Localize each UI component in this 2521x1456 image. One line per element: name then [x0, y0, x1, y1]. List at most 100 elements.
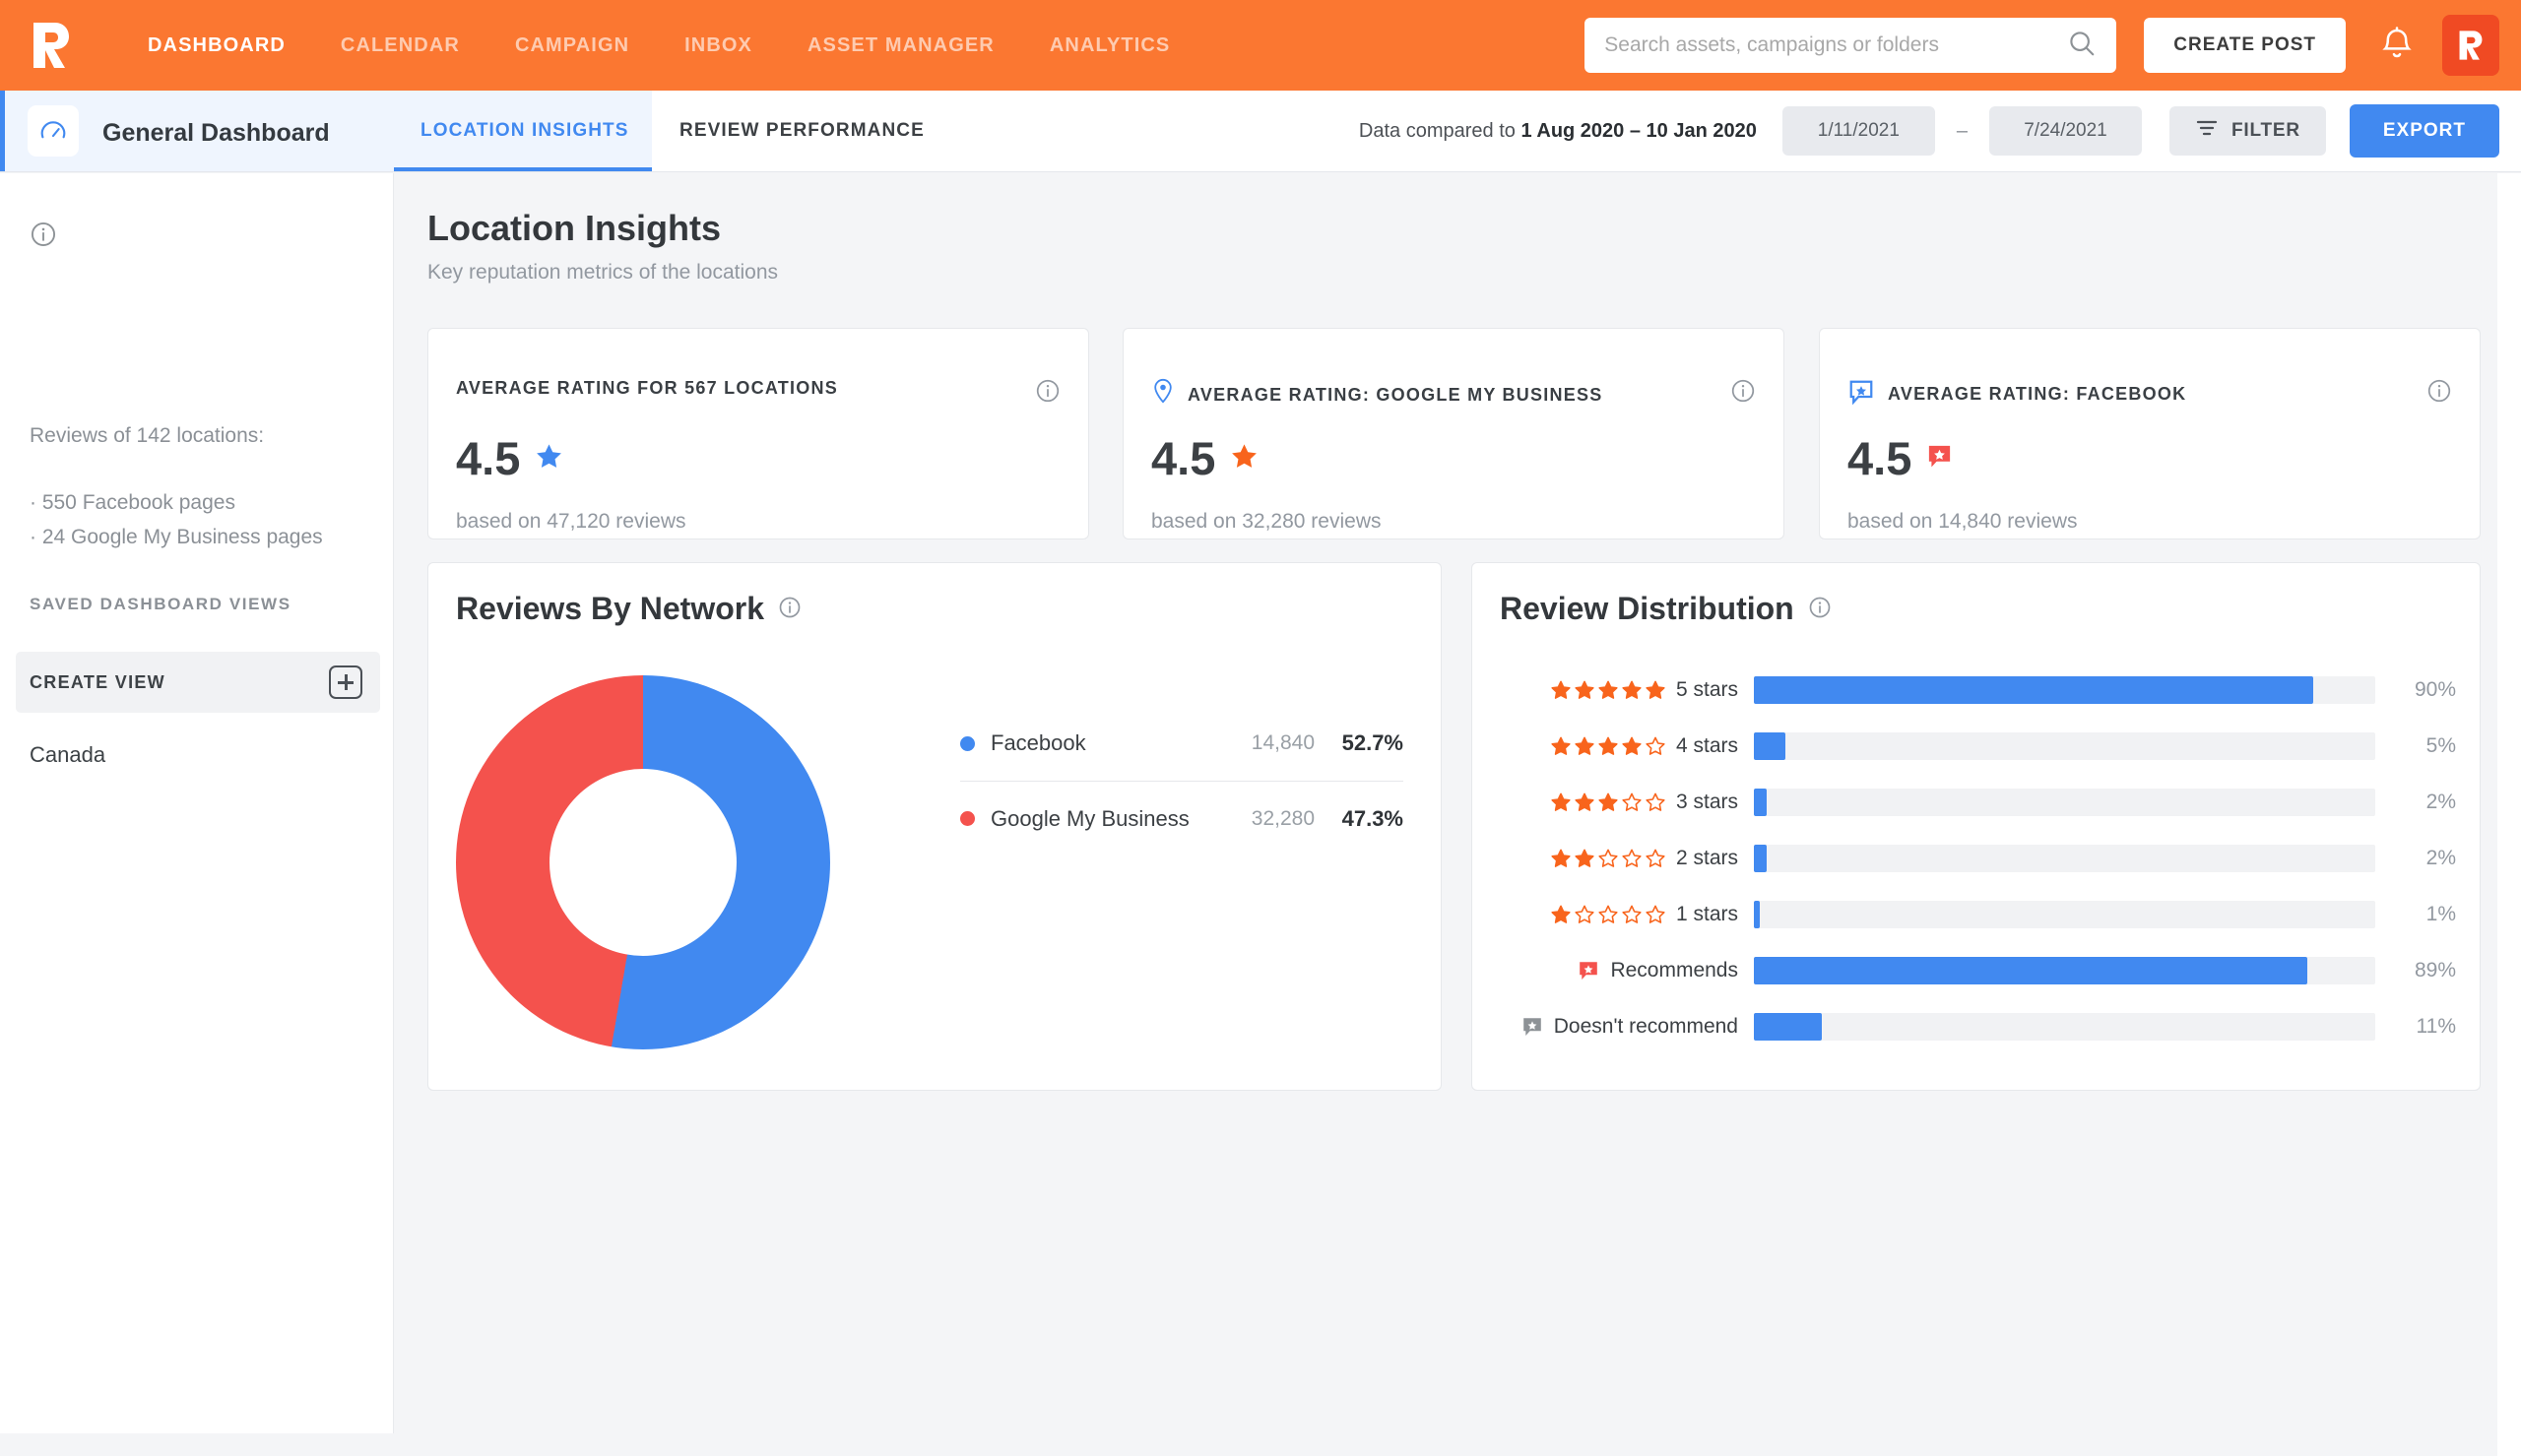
star-icon	[1229, 441, 1260, 476]
search-icon[interactable]	[2067, 29, 2097, 63]
date-to-input[interactable]: 7/24/2021	[1988, 106, 2142, 156]
distribution-percent: 2%	[2425, 790, 2456, 813]
export-button[interactable]: EXPORT	[2349, 104, 2499, 158]
search-input[interactable]	[1604, 33, 2068, 57]
card-title: Reviews By Network	[456, 591, 802, 627]
gauge-icon	[28, 105, 79, 157]
create-post-button[interactable]: CREATE POST	[2144, 18, 2346, 73]
create-view-label: CREATE VIEW	[30, 671, 165, 692]
info-icon[interactable]	[30, 221, 57, 253]
kpi-value: 4.5	[456, 432, 521, 484]
kpi-header: AVERAGE RATING: FACEBOOK	[1847, 378, 2186, 411]
kpi-value-group: 4.5	[1847, 435, 1954, 481]
distribution-row-text: 3 stars	[1675, 790, 1738, 813]
compare-range-value: 1 Aug 2020 – 10 Jan 2020	[1520, 119, 1757, 142]
sidebar-reviews-summary: Reviews of 142 locations:	[30, 424, 265, 447]
tab-review-performance[interactable]: REVIEW PERFORMANCE	[679, 120, 925, 142]
distribution-percent: 5%	[2425, 733, 2456, 757]
distribution-row-label: 3 stars	[1500, 791, 1738, 814]
kpi-value-group: 4.5	[1151, 435, 1260, 481]
info-icon[interactable]	[1730, 378, 1756, 409]
kpi-card-average-rating-gmb: AVERAGE RATING: GOOGLE MY BUSINESS 4.5 b…	[1123, 328, 1784, 539]
distribution-percent: 90%	[2414, 677, 2456, 701]
card-title-text: Reviews By Network	[456, 591, 765, 626]
sidebar-item-canada[interactable]: Canada	[30, 742, 105, 768]
nav-item-campaign[interactable]: CAMPAIGN	[487, 34, 657, 57]
card-title-text: Review Distribution	[1500, 591, 1794, 626]
distribution-percent: 1%	[2425, 902, 2456, 925]
brand-logo-icon[interactable]	[28, 20, 75, 71]
nav-item-dashboard[interactable]: DASHBOARD	[120, 34, 313, 57]
top-navigation-bar: DASHBOARD CALENDAR CAMPAIGN INBOX ASSET …	[0, 0, 2521, 91]
reviews-by-network-card: Reviews By Network Facebook 14,840 52.7%…	[427, 562, 1442, 1091]
distribution-bar-fill	[1754, 844, 1767, 872]
legend-item[interactable]: Facebook 14,840 52.7%	[960, 706, 1403, 781]
filter-label: FILTER	[2230, 120, 2300, 141]
distribution-row-label: 5 stars	[1500, 678, 1738, 702]
distribution-bar-track	[1754, 731, 2375, 760]
doesnt-recommend-badge-icon	[1520, 1015, 1544, 1039]
distribution-percent: 11%	[2416, 1014, 2456, 1038]
filter-button[interactable]: FILTER	[2168, 106, 2326, 156]
right-scroll-rail[interactable]	[2497, 173, 2521, 1456]
dashboard-subheader: General Dashboard LOCATION INSIGHTS REVI…	[0, 91, 2521, 172]
create-view-button[interactable]: CREATE VIEW	[16, 652, 380, 713]
distribution-row: Recommends 89%	[1500, 942, 2456, 998]
distribution-row-label: Recommends	[1500, 959, 1738, 982]
nav-item-asset-manager[interactable]: ASSET MANAGER	[780, 34, 1022, 57]
sidebar-bullet-gmb: · 24 Google My Business pages	[30, 526, 323, 548]
distribution-bar-fill	[1754, 1012, 1823, 1041]
user-avatar[interactable]	[2442, 15, 2499, 76]
kpi-card-average-rating-facebook: AVERAGE RATING: FACEBOOK 4.5 based on 14…	[1819, 328, 2481, 539]
recommend-badge-icon	[1925, 442, 1954, 475]
kpi-value: 4.5	[1151, 432, 1216, 484]
map-pin-icon	[1151, 378, 1175, 412]
distribution-row-text: 5 stars	[1675, 677, 1738, 701]
distribution-bar-fill	[1754, 731, 1785, 760]
kpi-label: AVERAGE RATING: GOOGLE MY BUSINESS	[1188, 385, 1603, 405]
distribution-bar-track	[1754, 900, 2375, 928]
card-title: Review Distribution	[1500, 591, 1832, 627]
distribution-bar-track	[1754, 675, 2375, 704]
info-icon[interactable]	[2426, 378, 2452, 409]
distribution-row-label: Doesn't recommend	[1500, 1015, 1738, 1039]
kpi-header: AVERAGE RATING FOR 567 LOCATIONS	[456, 378, 838, 399]
distribution-row: 2 stars 2%	[1500, 830, 2456, 886]
distribution-row: 3 stars 2%	[1500, 774, 2456, 830]
distribution-rows: 5 stars 90% 4 stars 5% 3 stars 2% 2 stars 2% 1 s…	[1500, 662, 2456, 1054]
distribution-bar-track	[1754, 788, 2375, 816]
distribution-bar-fill	[1754, 675, 2313, 704]
notifications-bell-icon[interactable]	[2377, 26, 2417, 65]
legend-label: Google My Business	[991, 805, 1190, 831]
nav-item-calendar[interactable]: CALENDAR	[313, 34, 487, 57]
info-icon[interactable]	[1808, 591, 1832, 627]
plus-icon[interactable]	[329, 665, 362, 699]
legend-percent: 52.7%	[1341, 730, 1403, 755]
kpi-subtext: based on 14,840 reviews	[1847, 510, 2078, 533]
distribution-percent: 2%	[2425, 846, 2456, 869]
top-bar-right-group: CREATE POST	[1584, 0, 2521, 91]
distribution-bar-track	[1754, 1012, 2375, 1041]
star-rating-icons	[1550, 791, 1666, 813]
recommend-badge-icon	[1577, 959, 1600, 982]
info-icon[interactable]	[1035, 378, 1061, 409]
nav-item-analytics[interactable]: ANALYTICS	[1022, 34, 1198, 57]
distribution-bar-track	[1754, 956, 2375, 984]
date-from-input[interactable]: 1/11/2021	[1781, 106, 1935, 156]
legend-count: 32,280	[1251, 806, 1315, 830]
distribution-row: Doesn't recommend 11%	[1500, 998, 2456, 1054]
search-box[interactable]	[1584, 18, 2117, 73]
kpi-subtext: based on 47,120 reviews	[456, 510, 686, 533]
distribution-percent: 89%	[2414, 958, 2456, 981]
nav-item-inbox[interactable]: INBOX	[657, 34, 780, 57]
distribution-row-text: 2 stars	[1675, 846, 1738, 869]
legend-item[interactable]: Google My Business 32,280 47.3%	[960, 781, 1403, 855]
tab-location-insights[interactable]: LOCATION INSIGHTS	[420, 120, 629, 142]
sidebar-section-title: SAVED DASHBOARD VIEWS	[30, 595, 291, 613]
kpi-label: AVERAGE RATING: FACEBOOK	[1888, 384, 2187, 404]
info-icon[interactable]	[778, 591, 802, 627]
distribution-bar-track	[1754, 844, 2375, 872]
legend-color-dot	[960, 811, 975, 826]
page-subtitle: Key reputation metrics of the locations	[427, 261, 779, 284]
chart-legend: Facebook 14,840 52.7% Google My Business…	[960, 706, 1403, 855]
